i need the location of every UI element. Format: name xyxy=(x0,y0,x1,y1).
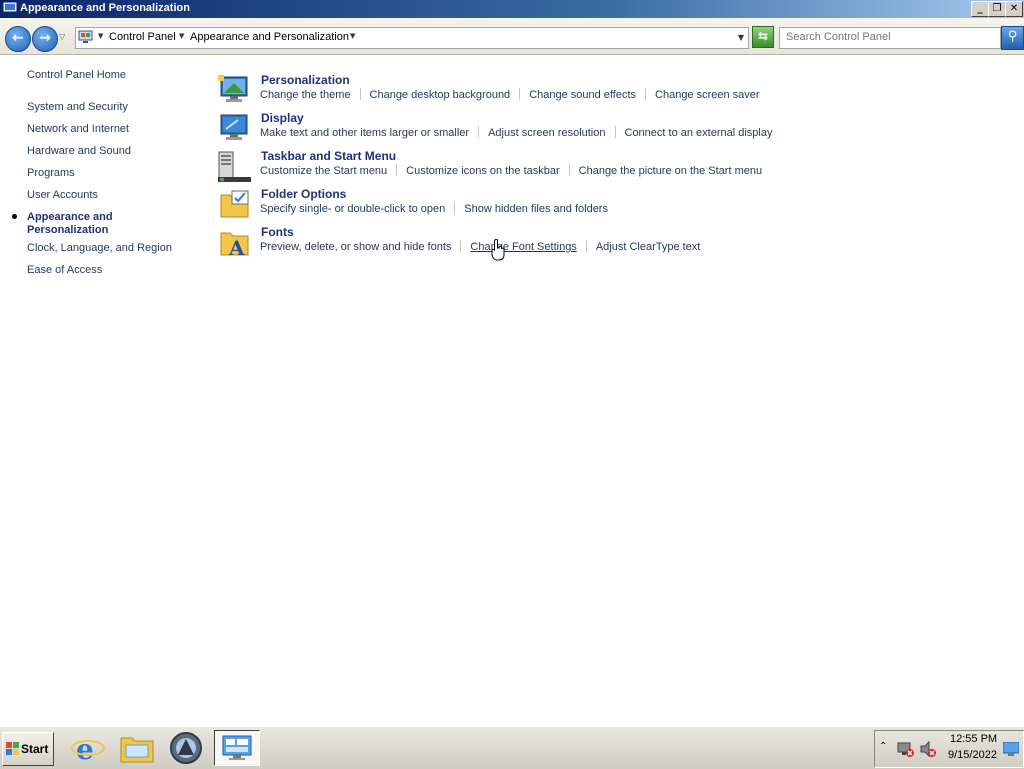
search-icon[interactable]: ⚲ xyxy=(1001,26,1024,50)
chevron-down-icon[interactable]: ▼ xyxy=(350,32,355,40)
search-box[interactable] xyxy=(779,27,1001,49)
media-center-icon[interactable] xyxy=(166,730,206,766)
sidebar-item-clock-language-region[interactable]: Clock, Language, and Region xyxy=(27,242,172,254)
control-panel-icon xyxy=(222,735,252,760)
separator xyxy=(454,202,456,214)
sidebar-item-user-accounts[interactable]: User Accounts xyxy=(27,189,98,201)
link-connect-external-display[interactable]: Connect to an external display xyxy=(625,127,773,139)
forward-button[interactable]: → xyxy=(32,26,58,52)
separator xyxy=(460,240,462,252)
breadcrumb[interactable]: ▼ Control Panel ▼ Appearance and Persona… xyxy=(75,27,749,49)
taskbar: Start e ⌃ xyxy=(0,726,1024,769)
clock-date[interactable]: 9/15/2022 xyxy=(948,749,997,761)
link-adjust-screen-resolution[interactable]: Adjust screen resolution xyxy=(488,127,605,139)
fonts-icon: A xyxy=(220,232,249,259)
separator xyxy=(568,164,570,176)
control-panel-icon xyxy=(3,2,17,15)
start-button[interactable]: Start xyxy=(2,732,54,766)
separator xyxy=(396,164,398,176)
link-customize-start-menu[interactable]: Customize the Start menu xyxy=(260,165,387,177)
sidebar-item-ease-of-access[interactable]: Ease of Access xyxy=(27,264,102,276)
link-change-desktop-background[interactable]: Change desktop background xyxy=(370,89,511,101)
sidebar-item-appearance-personalization[interactable]: Appearance and Personalization xyxy=(27,211,137,237)
link-change-theme[interactable]: Change the theme xyxy=(260,89,351,101)
link-adjust-cleartype[interactable]: Adjust ClearType text xyxy=(596,241,701,253)
separator xyxy=(645,88,647,100)
taskbar-links: Customize the Start menu Customize icons … xyxy=(260,164,762,177)
link-preview-fonts[interactable]: Preview, delete, or show and hide fonts xyxy=(260,241,451,253)
fonts-links: Preview, delete, or show and hide fonts C… xyxy=(260,240,700,253)
address-dropdown-icon[interactable]: ▼ xyxy=(738,33,744,42)
separator xyxy=(585,240,587,252)
link-make-text-larger[interactable]: Make text and other items larger or smal… xyxy=(260,127,469,139)
window-title: Appearance and Personalization xyxy=(20,2,190,14)
link-customize-taskbar-icons[interactable]: Customize icons on the taskbar xyxy=(406,165,559,177)
link-change-start-menu-picture[interactable]: Change the picture on the Start menu xyxy=(579,165,762,177)
volume-muted-icon[interactable] xyxy=(919,740,937,758)
active-item-bullet xyxy=(12,214,17,219)
network-disconnected-icon[interactable] xyxy=(897,740,915,758)
clock-time[interactable]: 12:55 PM xyxy=(950,733,997,745)
sidebar-item-programs[interactable]: Programs xyxy=(27,167,75,179)
category-title-taskbar[interactable]: Taskbar and Start Menu xyxy=(261,149,396,163)
category-title-display[interactable]: Display xyxy=(261,111,304,125)
separator xyxy=(519,88,521,100)
search-input[interactable] xyxy=(780,28,996,46)
minimize-button[interactable]: _ xyxy=(971,1,989,17)
show-desktop-icon[interactable] xyxy=(1003,742,1019,756)
sidebar-item-hardware-sound[interactable]: Hardware and Sound xyxy=(27,145,131,157)
title-bar: Appearance and Personalization _ ❐ ✕ xyxy=(0,0,1024,18)
separator xyxy=(359,88,361,100)
svg-text:e: e xyxy=(76,733,94,766)
taskbar-icon xyxy=(218,151,251,182)
link-show-hidden-files[interactable]: Show hidden files and folders xyxy=(464,203,608,215)
personalization-icon xyxy=(218,75,248,102)
sidebar-item-system-security[interactable]: System and Security xyxy=(27,101,128,113)
display-icon xyxy=(220,114,248,140)
control-panel-home-link[interactable]: Control Panel Home xyxy=(27,69,126,81)
chevron-right-icon[interactable]: ▼ xyxy=(98,32,103,40)
back-button[interactable]: ← xyxy=(5,26,31,52)
separator xyxy=(478,126,480,138)
folder-options-icon xyxy=(220,190,249,218)
link-change-sound-effects[interactable]: Change sound effects xyxy=(529,89,636,101)
close-button[interactable]: ✕ xyxy=(1005,1,1023,17)
folder-options-links: Specify single- or double-click to open S… xyxy=(260,202,608,215)
control-panel-icon xyxy=(78,30,93,43)
svg-text:A: A xyxy=(228,236,245,259)
refresh-button[interactable]: ⇆ xyxy=(752,26,774,48)
display-links: Make text and other items larger or smal… xyxy=(260,126,772,139)
start-label: Start xyxy=(21,742,49,756)
link-single-double-click[interactable]: Specify single- or double-click to open xyxy=(260,203,445,215)
sidebar-item-network-internet[interactable]: Network and Internet xyxy=(27,123,129,135)
file-explorer-icon[interactable] xyxy=(117,730,157,766)
link-change-font-settings[interactable]: Change Font Settings xyxy=(470,241,576,253)
personalization-links: Change the theme Change desktop backgroun… xyxy=(260,88,760,101)
address-toolbar: ← → ▽ ▼ Control Panel ▼ Appearance and P… xyxy=(0,18,1024,55)
breadcrumb-control-panel[interactable]: Control Panel xyxy=(109,31,176,43)
breadcrumb-appearance[interactable]: Appearance and Personalization xyxy=(190,31,349,43)
windows-flag-icon xyxy=(6,742,19,755)
recent-pages-dropdown[interactable]: ▽ xyxy=(59,32,65,41)
separator xyxy=(614,126,616,138)
hand-cursor-icon xyxy=(491,239,505,261)
category-title-folder-options[interactable]: Folder Options xyxy=(261,187,346,201)
maximize-button[interactable]: ❐ xyxy=(988,1,1006,17)
show-hidden-icons-icon[interactable]: ⌃ xyxy=(879,741,887,752)
category-title-personalization[interactable]: Personalization xyxy=(261,73,350,87)
chevron-right-icon[interactable]: ▼ xyxy=(179,32,184,40)
internet-explorer-icon[interactable]: e xyxy=(68,730,108,766)
category-title-fonts[interactable]: Fonts xyxy=(261,225,294,239)
link-change-screen-saver[interactable]: Change screen saver xyxy=(655,89,760,101)
control-panel-taskbar-button[interactable] xyxy=(214,730,260,766)
